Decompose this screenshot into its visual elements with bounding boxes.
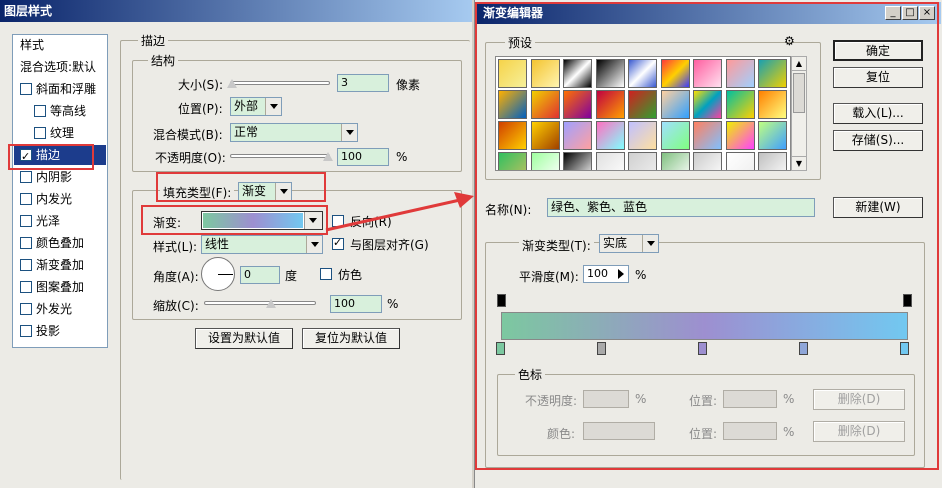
sidebar-checkbox[interactable]	[20, 193, 32, 205]
position-label: 位置(P):	[178, 102, 223, 116]
sidebar-checkbox[interactable]	[20, 325, 32, 337]
sidebar-item-label: 样式	[20, 38, 45, 52]
color-stop[interactable]	[597, 342, 606, 355]
sidebar-item-label: 图案叠加	[36, 280, 85, 294]
scale-label: 缩放(C):	[153, 299, 199, 313]
chevron-down-icon	[341, 124, 357, 141]
blend-mode-label: 混合模式(B):	[153, 128, 223, 142]
color-stop[interactable]	[900, 342, 909, 355]
style-label: 样式(L):	[153, 240, 198, 254]
opacity-label: 不透明度(O):	[155, 151, 226, 165]
color-stop[interactable]	[496, 342, 505, 355]
scale-input[interactable]: 100	[330, 295, 382, 313]
style-select[interactable]: 线性	[201, 235, 323, 254]
layer-style-title: 图层样式	[4, 4, 53, 18]
sidebar-checkbox[interactable]	[20, 281, 32, 293]
layer-style-dialog: 图层样式 样式混合选项:默认斜面和浮雕等高线纹理 描边内阴影内发光光泽颜色叠加渐变…	[0, 0, 472, 488]
sidebar-item[interactable]: 投影	[14, 321, 106, 341]
angle-dial[interactable]	[201, 257, 235, 291]
sidebar-checkbox[interactable]	[34, 105, 46, 117]
sidebar-checkbox[interactable]	[20, 83, 32, 95]
opacity-slider-track[interactable]	[230, 154, 330, 158]
reset-default-button[interactable]: 复位为默认值	[302, 328, 400, 349]
sidebar-item-label: 光泽	[36, 214, 61, 228]
sidebar-item-label: 渐变叠加	[36, 258, 85, 272]
sidebar-item[interactable]: 等高线	[14, 101, 106, 121]
sidebar-item-label: 外发光	[36, 302, 73, 316]
gradient-highlight	[141, 205, 328, 235]
gradient-editor-dialog: 渐变编辑器 _ □ × 预设 ⚙ ▲ ▼ 确定 复位 载入(L)... 存储(S…	[474, 0, 942, 488]
layer-style-titlebar[interactable]: 图层样式	[0, 0, 472, 22]
sidebar-item-label: 颜色叠加	[36, 236, 85, 250]
sidebar-item-label: 内阴影	[36, 170, 73, 184]
angle-input[interactable]: 0	[240, 266, 280, 284]
angle-label: 角度(A):	[153, 270, 199, 284]
annotation-arrow	[325, 192, 474, 232]
sidebar-checkbox[interactable]	[20, 259, 32, 271]
position-select[interactable]: 外部	[230, 97, 282, 116]
sidebar-item[interactable]: 纹理	[14, 123, 106, 143]
gradient-editor-highlight	[475, 2, 939, 470]
sidebar-checkbox[interactable]	[20, 303, 32, 315]
set-default-button[interactable]: 设置为默认值	[195, 328, 293, 349]
sidebar-item-label: 斜面和浮雕	[36, 82, 97, 96]
sidebar-item[interactable]: 样式	[14, 35, 106, 55]
angle-dial-needle	[218, 274, 233, 275]
size-slider-thumb[interactable]	[227, 79, 237, 88]
sidebar-item-label: 内发光	[36, 192, 73, 206]
scale-slider-thumb[interactable]	[266, 299, 276, 308]
sidebar-item[interactable]: 内发光	[14, 189, 106, 209]
blend-mode-select[interactable]: 正常	[230, 123, 358, 142]
sidebar-item-label: 纹理	[50, 126, 75, 140]
dither-checkbox[interactable]	[320, 268, 332, 280]
color-stop[interactable]	[799, 342, 808, 355]
sidebar-item[interactable]: 斜面和浮雕	[14, 79, 106, 99]
sidebar-item[interactable]: 混合选项:默认	[14, 57, 106, 77]
opacity-input[interactable]: 100	[337, 148, 389, 166]
structure-group-title: 结构	[148, 52, 179, 69]
opacity-unit: %	[396, 150, 408, 164]
sidebar-item[interactable]: 图案叠加	[14, 277, 106, 297]
scale-slider-track[interactable]	[204, 301, 316, 305]
stroke-item-highlight	[8, 144, 94, 170]
angle-unit: 度	[285, 269, 298, 283]
dither-label: 仿色	[338, 268, 363, 282]
sidebar-item-label: 混合选项:默认	[20, 60, 97, 74]
sidebar-checkbox[interactable]	[34, 127, 46, 139]
size-unit: 像素	[396, 78, 421, 92]
sidebar-checkbox[interactable]	[20, 237, 32, 249]
chevron-down-icon	[265, 98, 281, 115]
sidebar-item-label: 等高线	[50, 104, 87, 118]
sidebar-checkbox[interactable]	[20, 171, 32, 183]
fill-type-highlight	[156, 172, 326, 202]
style-select-value: 线性	[205, 237, 230, 251]
sidebar-item[interactable]: 颜色叠加	[14, 233, 106, 253]
scale-unit: %	[387, 297, 399, 311]
sidebar-checkbox[interactable]	[20, 215, 32, 227]
color-stop[interactable]	[698, 342, 707, 355]
sidebar-item[interactable]: 光泽	[14, 211, 106, 231]
sidebar-item[interactable]: 渐变叠加	[14, 255, 106, 275]
size-label: 大小(S):	[178, 78, 224, 92]
stroke-group-title: 描边	[138, 32, 169, 49]
opacity-slider-thumb[interactable]	[323, 152, 333, 161]
sidebar-item[interactable]: 外发光	[14, 299, 106, 319]
blend-mode-select-value: 正常	[234, 125, 259, 139]
size-slider-track[interactable]	[230, 81, 330, 85]
position-select-value: 外部	[234, 99, 259, 113]
sidebar-item-label: 投影	[36, 324, 61, 338]
size-input[interactable]: 3	[337, 74, 389, 92]
sidebar-item[interactable]: 内阴影	[14, 167, 106, 187]
